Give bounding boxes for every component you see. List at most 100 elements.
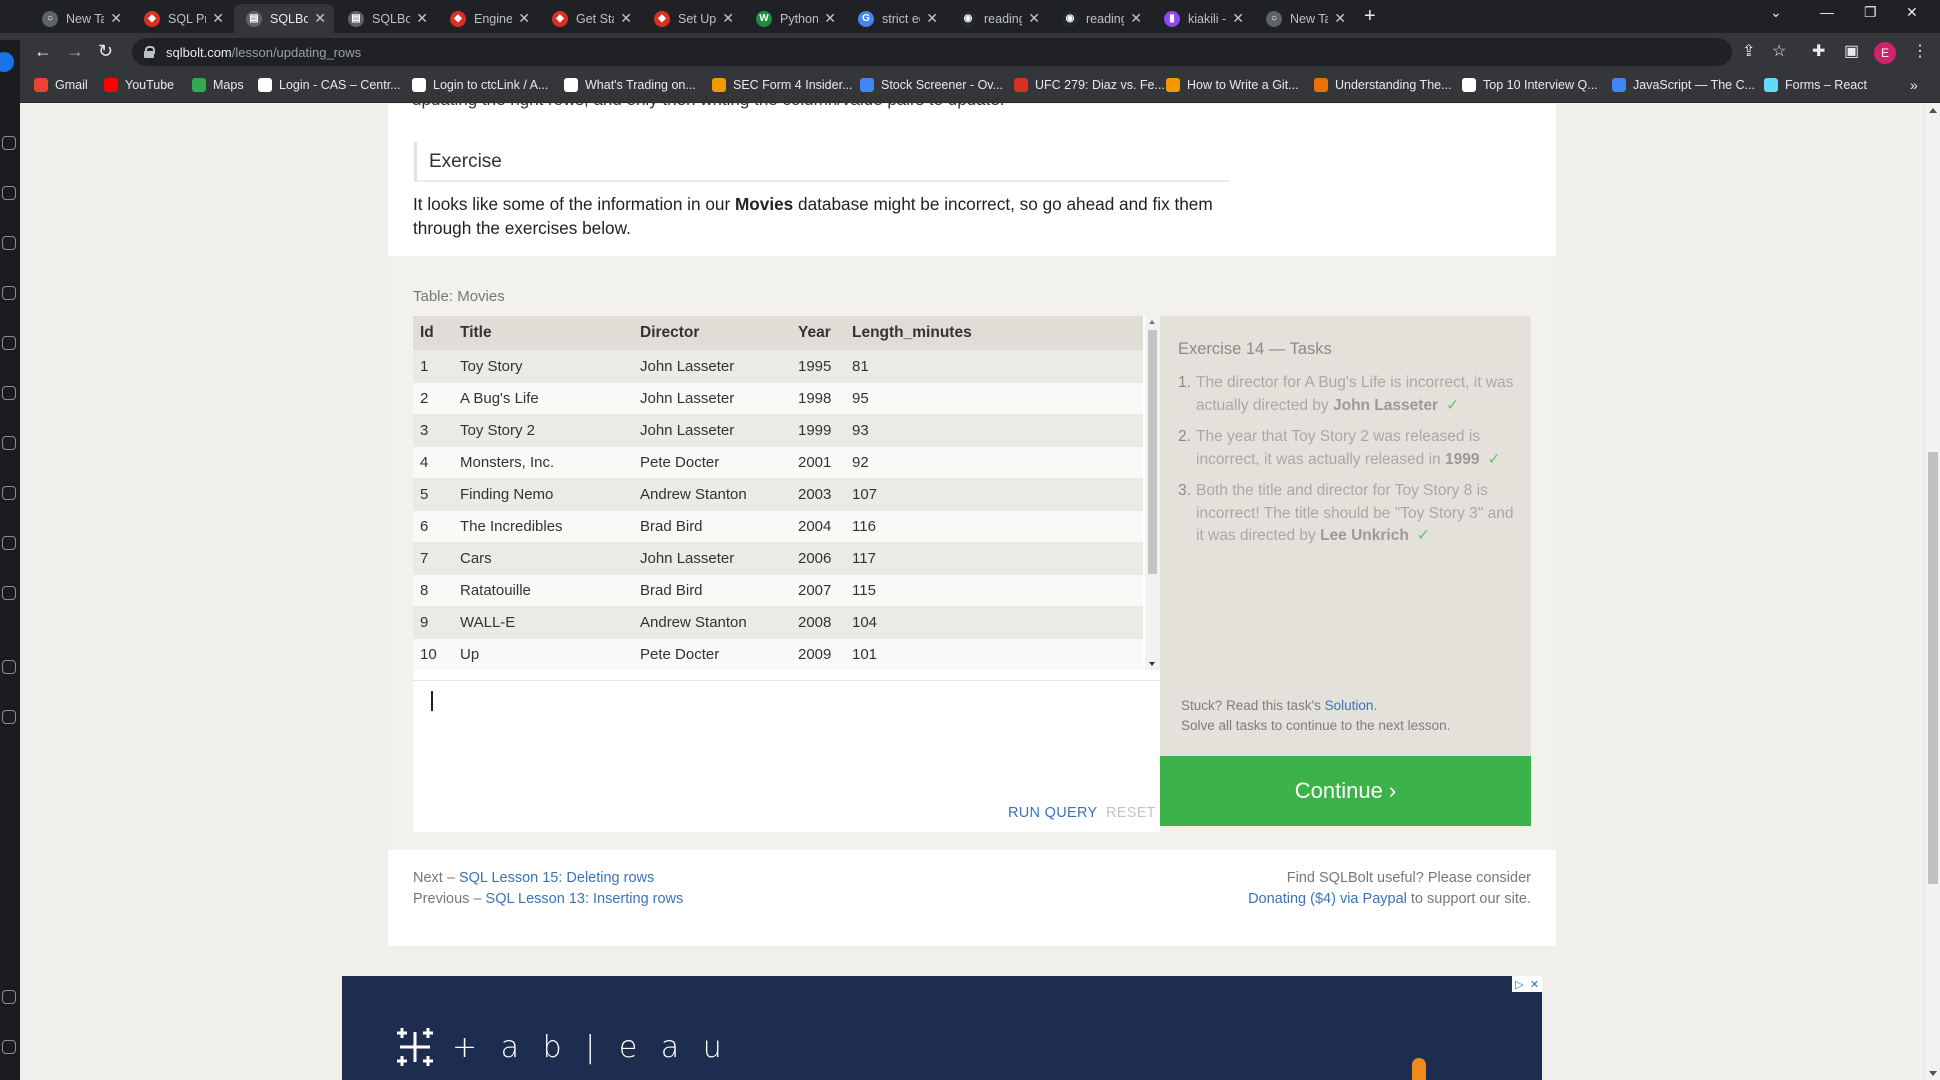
- browser-tab[interactable]: ○ New Tab ✕: [30, 4, 130, 33]
- adchoices-icon[interactable]: ▷: [1512, 976, 1527, 992]
- bookmark-item[interactable]: UFC 279: Diaz vs. Fe...: [1014, 78, 1165, 92]
- browser-tab[interactable]: ◆ Engineering ✕: [438, 4, 538, 33]
- run-query-button[interactable]: RUN QUERY: [1008, 805, 1097, 821]
- task-number: 2.: [1178, 428, 1191, 445]
- tab-search-icon[interactable]: ⌄: [1770, 4, 1782, 21]
- tab-favicon-icon: ▤: [348, 10, 364, 27]
- browser-tab[interactable]: ◆ Set Up | co ✕: [642, 4, 742, 33]
- table-scrollbar[interactable]: [1145, 316, 1160, 670]
- tab-close-icon[interactable]: ✕: [1028, 10, 1040, 27]
- more-bookmarks-icon[interactable]: »: [1910, 77, 1918, 93]
- side-panel-icon[interactable]: ▣: [1844, 42, 1859, 62]
- table-cell: 8: [413, 573, 453, 606]
- dock-icon[interactable]: [2, 136, 16, 150]
- scroll-down-icon[interactable]: [1929, 1071, 1937, 1076]
- tab-close-icon[interactable]: ✕: [620, 10, 632, 27]
- browser-tab[interactable]: ▤ SQLBolt - L ✕: [234, 4, 334, 33]
- dock-icon[interactable]: [2, 386, 16, 400]
- bookmark-item[interactable]: Login - CAS – Centr...: [258, 78, 401, 92]
- scroll-down-icon[interactable]: [1149, 662, 1155, 666]
- tab-close-icon[interactable]: ✕: [110, 10, 122, 27]
- bookmark-item[interactable]: Maps: [192, 78, 244, 92]
- task-number: 3.: [1178, 482, 1191, 499]
- dock-icon[interactable]: [2, 660, 16, 674]
- lock-icon[interactable]: [144, 46, 155, 58]
- restore-icon[interactable]: ❐: [1864, 4, 1877, 21]
- dock-icon[interactable]: [2, 536, 16, 550]
- bookmark-item[interactable]: Understanding The...: [1314, 78, 1452, 92]
- dock-icon[interactable]: [2, 336, 16, 350]
- bookmark-item[interactable]: Forms – React: [1764, 78, 1867, 92]
- page-scrollbar[interactable]: [1924, 104, 1940, 1080]
- share-icon[interactable]: ⇪: [1742, 42, 1755, 62]
- continue-button[interactable]: Continue ›: [1160, 756, 1531, 826]
- dock-icon[interactable]: [2, 186, 16, 200]
- forward-icon[interactable]: →: [66, 41, 84, 61]
- prev-lesson-link[interactable]: SQL Lesson 13: Inserting rows: [486, 891, 684, 907]
- tab-close-icon[interactable]: ✕: [1334, 10, 1346, 27]
- dock-icon[interactable]: [2, 486, 16, 500]
- bookmark-item[interactable]: JavaScript — The C...: [1612, 78, 1755, 92]
- tab-close-icon[interactable]: ✕: [926, 10, 938, 27]
- url-field[interactable]: sqlbolt.com/lesson/updating_rows: [132, 38, 1732, 66]
- bookmark-favicon-icon: [1314, 78, 1328, 92]
- reset-button[interactable]: RESET: [1106, 805, 1156, 821]
- reload-icon[interactable]: ↻: [98, 41, 113, 61]
- browser-tab[interactable]: ◉ reading-no ✕: [948, 4, 1048, 33]
- tab-close-icon[interactable]: ✕: [212, 10, 224, 27]
- tab-close-icon[interactable]: ✕: [1232, 10, 1244, 27]
- scroll-up-icon[interactable]: [1929, 108, 1937, 113]
- table-cell: Toy Story: [453, 349, 633, 382]
- dock-icon[interactable]: [2, 236, 16, 250]
- menu-icon[interactable]: ⋮: [1912, 42, 1928, 62]
- browser-tab[interactable]: ○ New Tab ✕: [1254, 4, 1354, 33]
- bookmark-item[interactable]: YouTube: [104, 78, 174, 92]
- browser-tab[interactable]: ◆ Get Started ✕: [540, 4, 640, 33]
- donate-link[interactable]: Donating ($4) via Paypal: [1248, 891, 1407, 907]
- table-cell: Finding Nemo: [453, 477, 633, 510]
- dock-icon[interactable]: [2, 286, 16, 300]
- bookmark-favicon-icon: [104, 78, 118, 92]
- tab-close-icon[interactable]: ✕: [1130, 10, 1142, 27]
- dock-icon[interactable]: [2, 990, 16, 1004]
- sql-editor[interactable]: RUN QUERY RESET: [413, 680, 1160, 832]
- tab-favicon-icon: ▮: [1164, 10, 1180, 27]
- browser-tab[interactable]: ◆ SQL Practic ✕: [132, 4, 232, 33]
- minimize-icon[interactable]: —: [1820, 4, 1834, 20]
- tab-close-icon[interactable]: ✕: [722, 10, 734, 27]
- adchoices-badge[interactable]: ▷ ✕: [1512, 976, 1542, 992]
- profile-avatar[interactable]: E: [1874, 42, 1896, 64]
- tab-close-icon[interactable]: ✕: [824, 10, 836, 27]
- dock-app-icon[interactable]: [0, 52, 14, 72]
- browser-tab[interactable]: ▮ kiakili - Twi ✕: [1152, 4, 1252, 33]
- new-tab-icon[interactable]: +: [1364, 6, 1376, 26]
- scroll-up-icon[interactable]: [1149, 320, 1155, 324]
- bookmark-star-icon[interactable]: ☆: [1772, 42, 1786, 62]
- extensions-icon[interactable]: ✚: [1812, 42, 1825, 62]
- dock-icon[interactable]: [2, 436, 16, 450]
- browser-tab[interactable]: ◉ reading-no ✕: [1050, 4, 1150, 33]
- scrollbar-thumb[interactable]: [1148, 330, 1157, 574]
- back-icon[interactable]: ←: [34, 41, 52, 61]
- tab-close-icon[interactable]: ✕: [518, 10, 530, 27]
- close-icon[interactable]: ✕: [1527, 976, 1542, 992]
- next-lesson-link[interactable]: SQL Lesson 15: Deleting rows: [459, 870, 654, 886]
- tab-close-icon[interactable]: ✕: [416, 10, 428, 27]
- table-cell: 2009: [791, 637, 845, 670]
- task-item: 3. Both the title and director for Toy St…: [1178, 480, 1523, 548]
- close-window-icon[interactable]: ✕: [1906, 4, 1918, 21]
- dock-icon[interactable]: [2, 710, 16, 724]
- scrollbar-thumb[interactable]: [1928, 452, 1938, 884]
- tableau-ad[interactable]: ▷ ✕ + a b | e a u: [342, 976, 1542, 1080]
- browser-tab[interactable]: Gstrict equal ✕: [846, 4, 946, 33]
- browser-tab[interactable]: W Python Ope ✕: [744, 4, 844, 33]
- bookmark-item[interactable]: How to Write a Git...: [1166, 78, 1299, 92]
- dock-icon[interactable]: [2, 1040, 16, 1054]
- bookmark-item[interactable]: Top 10 Interview Q...: [1462, 78, 1598, 92]
- bookmark-item[interactable]: Gmail: [34, 78, 88, 92]
- tab-close-icon[interactable]: ✕: [314, 10, 326, 27]
- browser-tab[interactable]: ▤ SQLBolt - L ✕: [336, 4, 436, 33]
- solution-link[interactable]: Solution: [1325, 698, 1374, 713]
- tab-favicon-icon: ◉: [1062, 10, 1078, 27]
- dock-icon[interactable]: [2, 586, 16, 600]
